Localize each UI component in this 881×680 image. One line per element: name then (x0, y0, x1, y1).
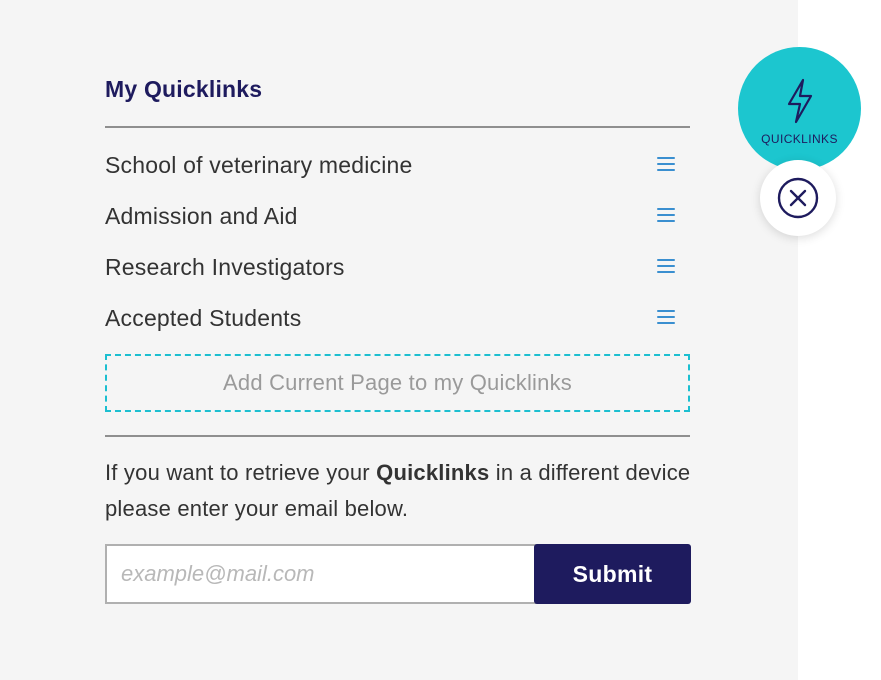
close-circle-icon (777, 177, 819, 219)
quicklinks-list: School of veterinary medicine Admission … (105, 140, 690, 344)
panel-title: My Quicklinks (105, 76, 263, 102)
drag-handle-icon[interactable] (657, 208, 675, 222)
retrieve-instructions: If you want to retrieve your Quicklinks … (105, 455, 695, 527)
quicklinks-fab-label: QUICKLINKS (761, 131, 838, 146)
quicklink-label[interactable]: Admission and Aid (105, 203, 298, 230)
lightning-bolt-icon (787, 78, 812, 123)
quicklink-item[interactable]: Admission and Aid (105, 191, 690, 242)
submit-button[interactable]: Submit (534, 544, 691, 604)
drag-handle-icon[interactable] (657, 157, 675, 171)
quicklink-item[interactable]: Accepted Students (105, 293, 690, 344)
email-form: Submit (105, 544, 691, 604)
quicklink-label[interactable]: Research Investigators (105, 254, 345, 281)
quicklink-label[interactable]: School of veterinary medicine (105, 152, 413, 179)
drag-handle-icon[interactable] (657, 310, 675, 324)
quicklink-label[interactable]: Accepted Students (105, 305, 301, 332)
retrieve-text-bold: Quicklinks (376, 460, 490, 485)
retrieve-text-before: If you want to retrieve your (105, 460, 377, 485)
quicklink-item[interactable]: School of veterinary medicine (105, 140, 690, 191)
drag-handle-icon[interactable] (657, 259, 675, 273)
quicklink-item[interactable]: Research Investigators (105, 242, 690, 293)
divider-top (105, 126, 690, 128)
close-button[interactable] (760, 160, 836, 236)
add-current-page-button[interactable]: Add Current Page to my Quicklinks (105, 354, 690, 412)
divider-middle (105, 435, 690, 437)
quicklinks-panel: My Quicklinks School of veterinary medic… (0, 0, 798, 680)
quicklinks-toggle-button[interactable]: QUICKLINKS (738, 47, 861, 170)
email-input[interactable] (105, 544, 551, 604)
